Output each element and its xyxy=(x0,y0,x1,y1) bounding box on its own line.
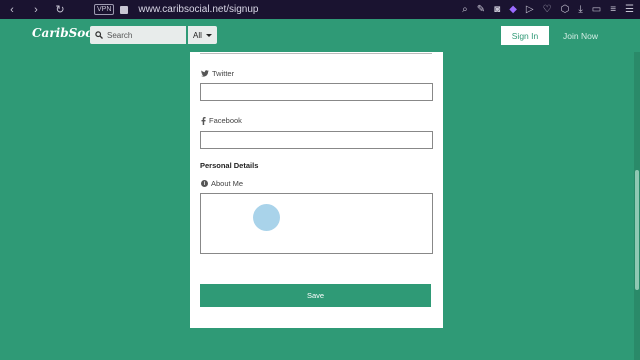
sign-in-button[interactable]: Sign In xyxy=(501,26,549,45)
browser-toolbar: ‹ › ↻ VPN www.caribsocial.net/signup ⌕ ✎… xyxy=(0,0,640,19)
edit-icon[interactable]: ✎ xyxy=(477,4,485,15)
twitter-input[interactable] xyxy=(200,83,433,101)
chevron-down-icon xyxy=(205,33,212,37)
camera-icon[interactable]: ◙ xyxy=(494,4,500,15)
address-bar[interactable]: www.caribsocial.net/signup xyxy=(138,4,258,15)
vpn-badge[interactable]: VPN xyxy=(94,4,115,15)
search-icon[interactable]: ⌕ xyxy=(462,4,468,15)
twitter-label: Twitter xyxy=(212,69,235,78)
forward-button[interactable]: › xyxy=(24,4,48,16)
save-button[interactable]: Save xyxy=(200,284,431,307)
shield-icon[interactable]: ◆ xyxy=(509,4,517,15)
touch-indicator xyxy=(253,204,280,231)
join-now-link[interactable]: Join Now xyxy=(563,31,598,41)
search-box[interactable] xyxy=(90,26,186,44)
facebook-input[interactable] xyxy=(200,131,433,149)
twitter-label-row: Twitter xyxy=(201,69,234,78)
info-icon: i xyxy=(201,180,208,187)
menu-icon[interactable]: ☰ xyxy=(625,4,634,15)
heart-icon[interactable]: ♡ xyxy=(543,4,552,15)
battery-icon[interactable]: ▭ xyxy=(592,4,601,15)
back-button[interactable]: ‹ xyxy=(0,4,24,16)
play-icon[interactable]: ▷ xyxy=(526,4,534,15)
facebook-label: Facebook xyxy=(209,116,242,125)
search-input[interactable] xyxy=(107,30,177,40)
personal-details-heading: Personal Details xyxy=(200,161,259,170)
search-filter-dropdown[interactable]: All xyxy=(188,26,217,44)
browser-extensions: ⌕ ✎ ◙ ◆ ▷ ♡ ⬡ ⤓ ▭ ≡ ☰ xyxy=(462,0,634,19)
about-me-textarea[interactable] xyxy=(200,193,433,254)
settings-icon[interactable]: ≡ xyxy=(610,4,616,15)
search-icon xyxy=(95,31,103,39)
twitter-icon xyxy=(201,70,209,77)
about-me-label: About Me xyxy=(211,179,244,188)
signup-form: Twitter Facebook Personal Details i Abou… xyxy=(190,52,443,328)
box-icon[interactable]: ⬡ xyxy=(561,4,570,15)
previous-field-edge xyxy=(200,52,432,54)
lock-icon[interactable] xyxy=(120,5,129,14)
facebook-icon xyxy=(201,116,206,125)
about-label-row: i About Me xyxy=(201,179,243,188)
site-header: CaribSocial All Sign In Join Now xyxy=(0,19,640,52)
download-icon[interactable]: ⤓ xyxy=(578,4,582,15)
search-filter-label: All xyxy=(193,30,202,40)
facebook-label-row: Facebook xyxy=(201,116,242,125)
reload-button[interactable]: ↻ xyxy=(48,3,72,16)
scrollbar-thumb[interactable] xyxy=(635,170,639,290)
